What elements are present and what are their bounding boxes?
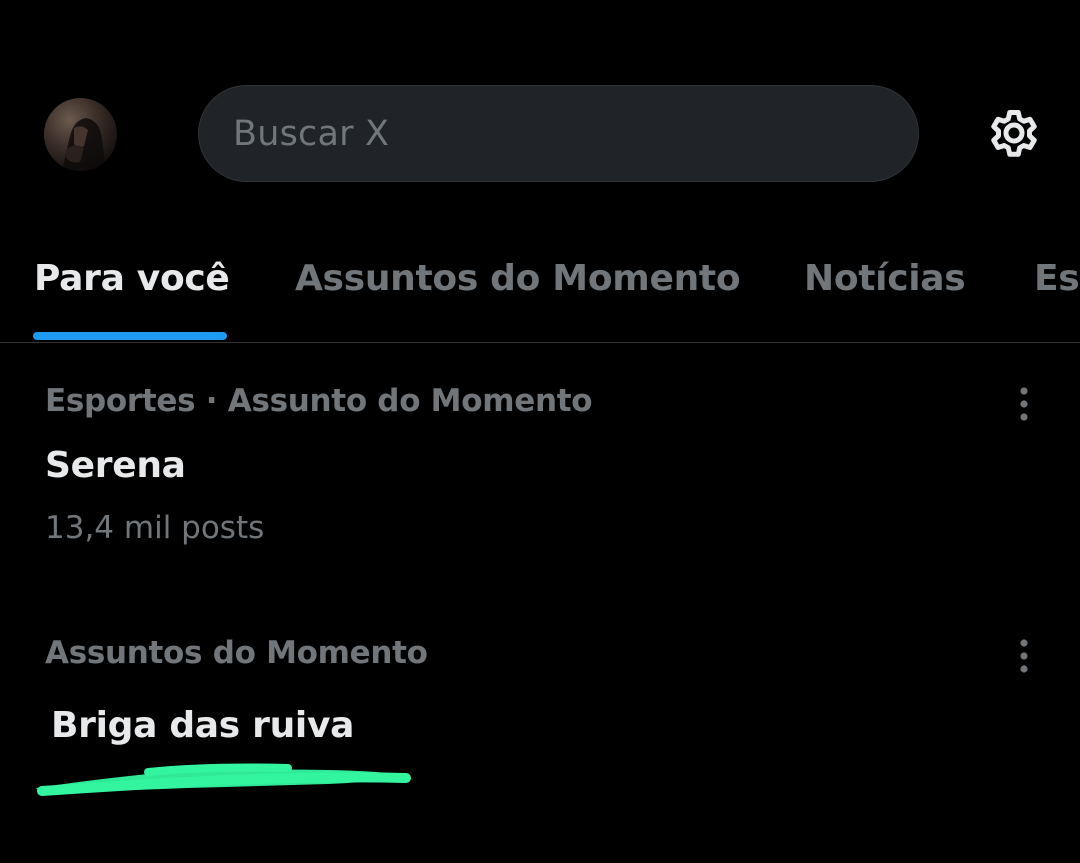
search-input[interactable]: Buscar X: [198, 85, 919, 182]
tab-esportes[interactable]: Esportes: [1034, 258, 1080, 299]
highlight-marker-stroke: [28, 758, 416, 800]
tab-para-voce[interactable]: Para você: [34, 258, 230, 299]
search-placeholder: Buscar X: [233, 113, 390, 154]
gear-icon[interactable]: [984, 103, 1044, 163]
tab-noticias[interactable]: Notícias: [804, 258, 966, 299]
trend-context: Esportes · Assunto do Momento: [45, 383, 593, 419]
trend-title: Briga das ruiva: [51, 705, 355, 746]
tab-assuntos-do-momento[interactable]: Assuntos do Momento: [295, 258, 741, 299]
trend-post-count: 13,4 mil posts: [45, 510, 265, 546]
trend-title: Serena: [45, 445, 186, 486]
tab-bar: Para você Assuntos do Momento Notícias E…: [0, 236, 1080, 342]
avatar[interactable]: [44, 98, 117, 171]
explore-screen: Buscar X Para você Assuntos do Momento N…: [0, 0, 1080, 863]
more-options-icon[interactable]: [1014, 385, 1034, 425]
divider: [0, 342, 1080, 343]
active-tab-indicator: [33, 332, 227, 340]
more-options-icon[interactable]: [1014, 637, 1034, 677]
trend-context: Assuntos do Momento: [45, 635, 428, 671]
